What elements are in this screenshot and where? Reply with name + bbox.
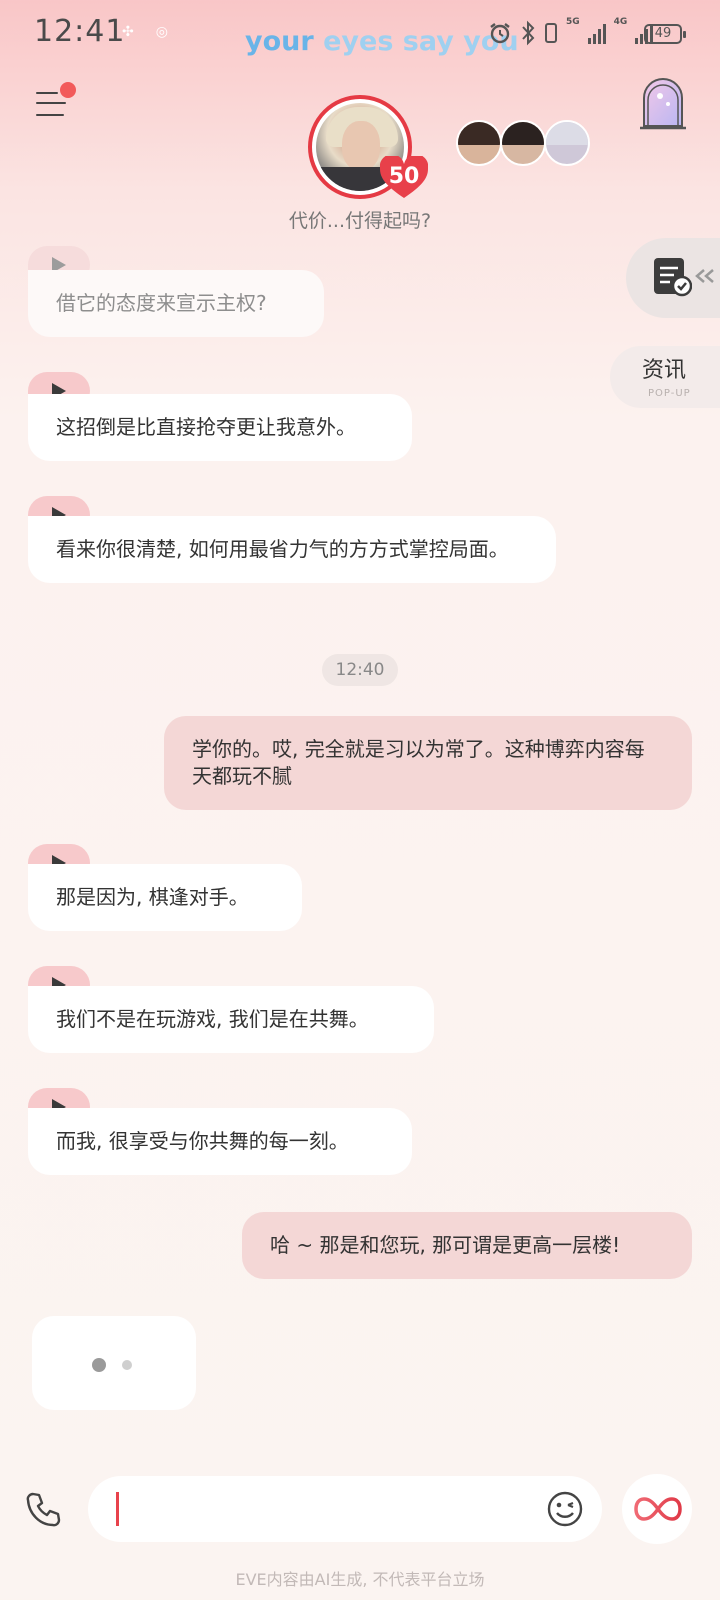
door-icon[interactable] bbox=[638, 76, 688, 130]
alarm-icon bbox=[490, 23, 510, 44]
network-type-1: 5G bbox=[566, 17, 580, 27]
user-message-bubble: 学你的。哎, 完全就是习以为常了。这种博弈内容每天都玩不腻 bbox=[164, 716, 692, 810]
user-message-bubble: 哈 ~ 那是和您玩, 那可谓是更高一层楼! bbox=[242, 1212, 692, 1279]
status-bar: 12:41 ✣ ◎ your eyes say you 5G 4G 49 bbox=[0, 0, 720, 70]
companion-avatar-2[interactable] bbox=[500, 120, 546, 166]
infinity-icon bbox=[634, 1497, 682, 1521]
infinity-button[interactable] bbox=[622, 1474, 692, 1544]
timestamp-pill: 12:40 bbox=[322, 654, 398, 686]
character-subtitle: 代价...付得起吗? bbox=[288, 210, 432, 232]
status-notification-icons: ✣ ◎ bbox=[122, 24, 168, 40]
bot-message-bubble: 看来你很清楚, 如何用最省力气的方方式掌控局面。 bbox=[28, 516, 556, 583]
text-cursor bbox=[116, 1492, 119, 1526]
bot-message-bubble: 那是因为, 棋逢对手。 bbox=[28, 864, 302, 931]
emoji-icon[interactable] bbox=[546, 1490, 584, 1528]
notification-dot bbox=[60, 82, 76, 98]
vibrate-icon bbox=[545, 23, 557, 43]
marquee-text: your eyes say you bbox=[245, 26, 519, 57]
bot-message-bubble: 借它的态度来宣示主权? bbox=[28, 270, 324, 337]
ai-disclaimer: EVE内容由AI生成, 不代表平台立场 bbox=[235, 1570, 485, 1589]
status-icons: 5G 4G bbox=[488, 17, 654, 48]
document-check-icon bbox=[654, 258, 692, 297]
bluetooth-icon bbox=[522, 20, 535, 46]
message-input[interactable] bbox=[88, 1476, 602, 1542]
affection-level: 50 bbox=[388, 164, 420, 189]
bot-message-bubble: 我们不是在玩游戏, 我们是在共舞。 bbox=[28, 986, 434, 1053]
chevron-left-icon bbox=[695, 269, 714, 283]
news-subtitle: POP-UP bbox=[648, 388, 691, 399]
side-document-button[interactable] bbox=[626, 238, 720, 318]
companion-avatar-1[interactable] bbox=[456, 120, 502, 166]
phone-icon[interactable] bbox=[24, 1490, 64, 1530]
companion-avatar-3[interactable] bbox=[544, 120, 590, 166]
status-time: 12:41 bbox=[34, 14, 126, 49]
side-news-button[interactable]: 资讯 POP-UP bbox=[610, 346, 720, 408]
news-title: 资讯 bbox=[642, 358, 687, 383]
marquee-text-a: your bbox=[245, 26, 314, 57]
menu-button[interactable] bbox=[36, 82, 76, 120]
typing-indicator bbox=[32, 1316, 196, 1410]
battery-icon: 49 bbox=[644, 24, 686, 44]
network-type-2: 4G bbox=[613, 17, 628, 27]
bot-message-bubble: 这招倒是比直接抢夺更让我意外。 bbox=[28, 394, 412, 461]
bot-message-bubble: 而我, 很享受与你共舞的每一刻。 bbox=[28, 1108, 412, 1175]
signal-icon-1 bbox=[587, 22, 606, 44]
